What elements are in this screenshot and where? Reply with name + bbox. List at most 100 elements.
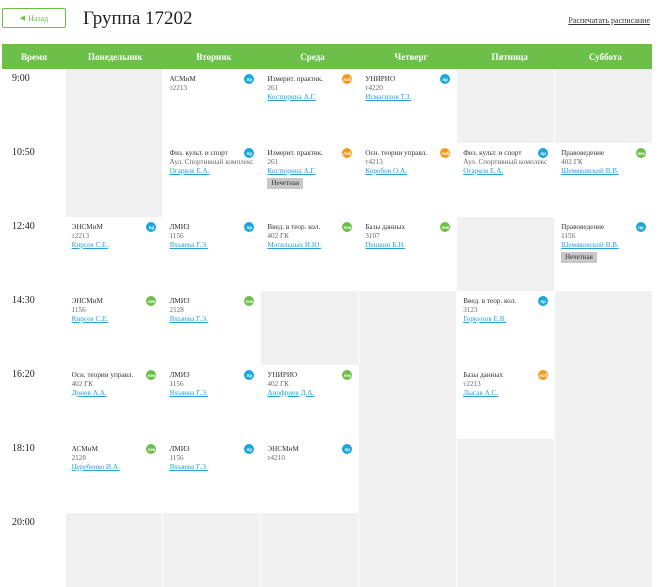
teacher-link[interactable]: Донов А.А. (72, 389, 158, 398)
teacher-link[interactable]: Коробов О.А. (365, 167, 451, 176)
class-subject: АСМиМ (169, 75, 196, 83)
teacher-link[interactable]: Яхъяева Г.Э. (169, 315, 255, 324)
schedule-header: Время Понедельник Вторник Среда Четверг … (2, 44, 652, 69)
class-room: т2213 (169, 84, 188, 92)
class-room: 1156 (169, 454, 184, 462)
class-subject: Правоведение (561, 149, 605, 157)
class-cell: ЛМИЗ 1156 Яхъяева Г.Э. пр (163, 439, 261, 513)
teacher-link[interactable]: Яхъяева Г.Э. (169, 241, 255, 250)
class-cell: ЛМИЗ 1156 Яхъяева Г.Э. пр (163, 365, 261, 439)
teacher-link[interactable]: Исмагилов Т.З. (365, 93, 451, 102)
class-subject: Введ. в теор. кол. (267, 223, 321, 231)
class-cell: Осн. теории управл. 402 ГК Донов А.А. лек (65, 365, 163, 439)
header-wednesday: Среда (300, 51, 325, 62)
teacher-link[interactable]: Шемяковский В.В. (561, 167, 647, 176)
empty-cell (65, 143, 163, 217)
class-room: т2213 (71, 232, 90, 240)
class-cell: Физ. культ. и спорт Аул. Спортивный компл… (457, 143, 555, 217)
print-schedule-link[interactable]: Распечатать расписание (568, 16, 650, 25)
empty-cell (457, 217, 555, 291)
class-type-badge: лек (440, 222, 451, 232)
teacher-link[interactable]: Шемяковский В.В. (561, 241, 647, 250)
empty-cell (457, 69, 555, 143)
class-subject: ЭНСМиМ (71, 223, 103, 231)
class-subject: ЭНСМиМ (267, 445, 299, 453)
header-tuesday: Вторник (196, 51, 232, 62)
teacher-link[interactable]: Костюрина А.Г. (267, 93, 353, 102)
class-cell: АСМиМ т2213 пр (163, 69, 261, 143)
teacher-link[interactable]: Церебенко И.А. (72, 463, 158, 472)
teacher-link[interactable]: Пешкин Б.Н. (365, 241, 451, 250)
class-room: 3123 (463, 306, 478, 314)
empty-cell (359, 513, 457, 587)
empty-cell (555, 365, 653, 439)
header-monday: Понедельник (88, 51, 143, 62)
teacher-link[interactable]: Могильных И.Ю. (267, 241, 353, 250)
class-type-badge: лаб (440, 148, 451, 158)
schedule-row: 20:00 (2, 513, 653, 587)
time-slot: 18:10 (2, 439, 66, 513)
teacher-link[interactable]: Яхъяева Г.Э. (169, 463, 255, 472)
class-room: т4210 (267, 454, 285, 462)
time-slot: 14:30 (2, 291, 66, 365)
teacher-link[interactable]: Кирсев С.Е. (72, 241, 158, 250)
class-cell: АСМиМ 2128 Церебенко И.А. лек (65, 439, 163, 513)
class-room: т2213 (463, 380, 481, 388)
class-type-badge: лек (636, 148, 647, 158)
class-type-badge: лек (342, 222, 353, 232)
teacher-link[interactable]: Яхъяева Г.Э. (169, 389, 255, 398)
back-button[interactable]: ◀ Назад (2, 8, 66, 28)
empty-cell (555, 291, 653, 365)
empty-cell (359, 365, 457, 439)
class-subject: УНИРИО (267, 371, 298, 379)
class-room: 1156 (169, 380, 184, 388)
class-subject: Измерит. практик. (267, 149, 323, 157)
class-cell: Базы данных т2213 Лысак А.С. лаб (457, 365, 555, 439)
teacher-link[interactable]: Горкунов Е.В. (463, 315, 549, 324)
schedule-row: 14:30 ЭНСМиМ 1156 Кирсев С.Е. лек ЛМИЗ 2128 Яхъ… (2, 291, 653, 365)
class-room: т4220 (365, 84, 383, 92)
teacher-link[interactable]: Костюрина А.Г. (267, 167, 353, 176)
class-subject: ЭНСМиМ (71, 297, 103, 305)
back-label: Назад (28, 13, 49, 23)
class-type-badge: лек (244, 296, 255, 306)
header-saturday: Суббота (588, 51, 622, 62)
page-title: Группа 17202 (83, 8, 193, 29)
teacher-link[interactable]: Кирсев С.Е. (72, 315, 158, 324)
class-cell: Осн. теории управл. т4213 Коробов О.А. лаб (359, 143, 457, 217)
class-subject: ЛМИЗ (169, 371, 190, 379)
time-slot: 12:40 (2, 217, 66, 291)
class-subject: Физ. культ. и спорт (169, 149, 228, 157)
class-room: 402 ГК (561, 158, 583, 166)
header-thursday: Четверг (394, 51, 428, 62)
empty-cell (65, 69, 163, 143)
class-subject: Осн. теории управл. (365, 149, 428, 157)
class-cell: Правоведение 402 ГК Шемяковский В.В. лек (555, 143, 653, 217)
empty-cell (65, 513, 163, 587)
class-room: 402 ГК (267, 232, 289, 240)
teacher-link[interactable]: Огарков Е.А. (169, 167, 255, 176)
empty-cell (457, 439, 555, 513)
class-subject: Базы данных (463, 371, 503, 379)
class-cell: Базы данных 3107 Пешкин Б.Н. лек (359, 217, 457, 291)
week-parity-badge: Нечетная (267, 178, 304, 189)
schedule-row: 12:40 ЭНСМиМ т2213 Кирсев С.Е. пр ЛМИЗ 1156 Яхъ… (2, 217, 653, 291)
schedule-row: 9:00 АСМиМ т2213 пр Измерит. практик. 261 Кост… (2, 69, 653, 143)
teacher-link[interactable]: Лысак А.С. (463, 389, 549, 398)
class-cell: Измерит. практик. 261 Костюрина А.Г. Нечетн… (261, 143, 359, 217)
teacher-link[interactable]: Огарков Е.А. (463, 167, 549, 176)
empty-cell (261, 513, 359, 587)
class-subject: Физ. культ. и спорт (463, 149, 522, 157)
schedule-row: 10:50 Физ. культ. и спорт Аул. Спортивный … (2, 143, 653, 217)
class-room: 261 (267, 158, 279, 166)
teacher-link[interactable]: Анофриев Д.А. (267, 389, 353, 398)
class-type-badge: лаб (538, 370, 549, 380)
class-type-badge: лек (146, 444, 157, 454)
class-cell: ЭНСМиМ т2213 Кирсев С.Е. пр (65, 217, 163, 291)
class-subject: Базы данных (365, 223, 406, 231)
class-subject: ЛМИЗ (169, 223, 190, 231)
class-cell: Физ. культ. и спорт Аул. Спортивный компл… (163, 143, 261, 217)
class-subject: ЛМИЗ (169, 445, 190, 453)
class-type-badge: лек (342, 370, 353, 380)
class-room: 1156 (71, 306, 86, 314)
